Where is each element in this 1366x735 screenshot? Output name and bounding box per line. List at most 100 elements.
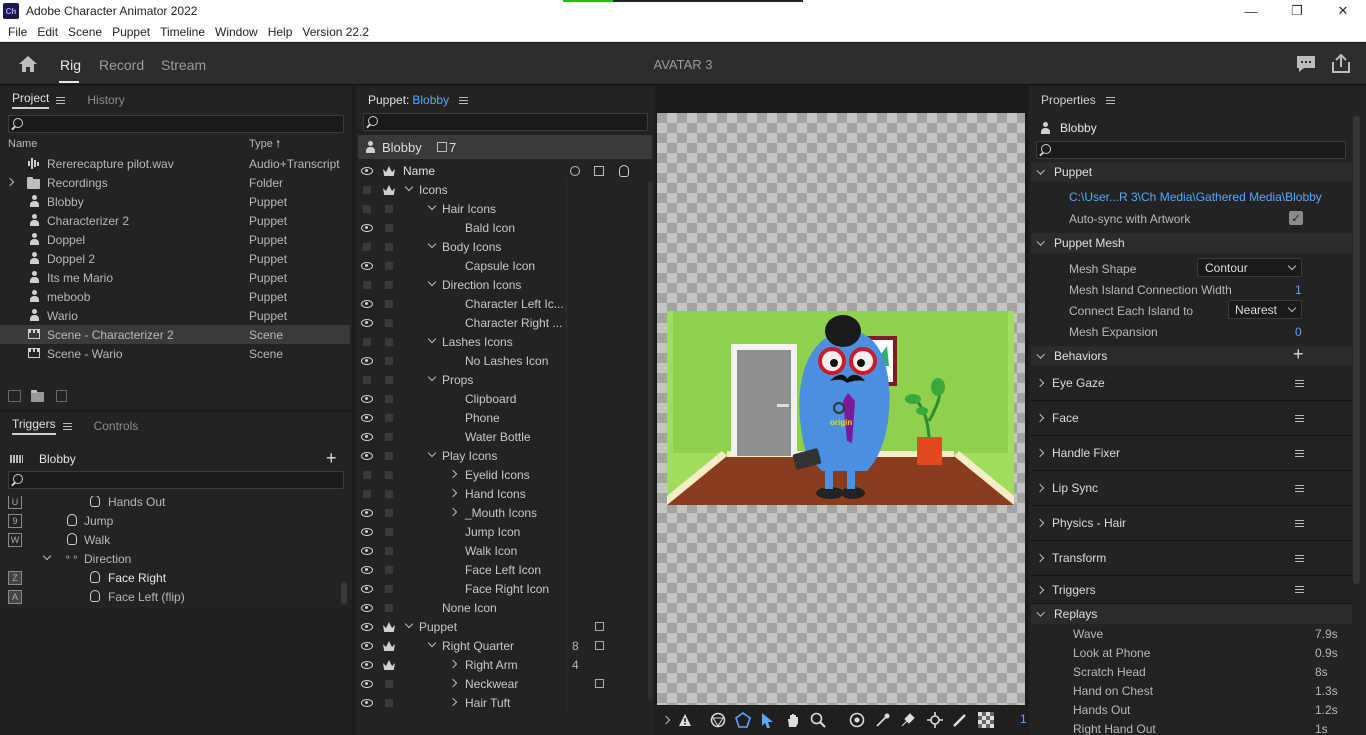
list-item[interactable]: Doppel Puppet — [0, 230, 352, 249]
properties-search-input[interactable] — [1036, 141, 1346, 159]
collapse-icon[interactable] — [427, 638, 437, 648]
puppet-menu-icon[interactable] — [459, 96, 469, 104]
crown-icon[interactable] — [383, 185, 395, 195]
puppet-layer-row[interactable]: Icons — [356, 180, 646, 199]
minimize-icon[interactable]: — — [1228, 0, 1274, 22]
independence-toggle[interactable] — [385, 281, 393, 289]
tag-column-icon[interactable] — [594, 166, 604, 176]
eye-icon[interactable] — [361, 509, 373, 517]
transform-icon[interactable] — [927, 712, 943, 728]
independence-toggle[interactable] — [385, 547, 393, 555]
section-puppet-mesh[interactable]: Puppet Mesh — [1031, 233, 1352, 253]
origin-icon[interactable] — [849, 712, 865, 728]
collapse-icon[interactable] — [42, 551, 52, 561]
expand-icon[interactable] — [448, 507, 458, 517]
replay-item[interactable]: Hands Out 1.2s — [1031, 700, 1352, 719]
collapse-icon[interactable] — [427, 334, 437, 344]
menu-scene[interactable]: Scene — [63, 25, 107, 39]
puppet-header[interactable]: Blobby 7 — [358, 135, 652, 159]
mesh-icon[interactable] — [710, 712, 726, 728]
crown-icon[interactable] — [383, 660, 395, 670]
visibility-toggle[interactable] — [363, 338, 371, 346]
restore-icon[interactable]: ❐ — [1274, 0, 1320, 22]
puppet-layer-row[interactable]: Face Left Icon — [356, 560, 646, 579]
eye-icon[interactable] — [361, 414, 373, 422]
new-page-icon[interactable] — [56, 390, 67, 402]
puppet-layer-row[interactable]: Direction Icons — [356, 275, 646, 294]
behavior-transform[interactable]: Transform — [1031, 541, 1352, 576]
handle-column-icon[interactable] — [619, 165, 629, 177]
visibility-toggle[interactable] — [363, 205, 371, 213]
puppet-artwork[interactable] — [667, 311, 1014, 505]
expand-icon[interactable] — [1035, 448, 1045, 458]
list-item[interactable]: Blobby Puppet — [0, 192, 352, 211]
expand-icon[interactable] — [448, 488, 458, 498]
puppet-layer-row[interactable]: Neckwear — [356, 674, 646, 693]
behavior-menu-icon[interactable] — [1295, 414, 1304, 422]
home-icon[interactable] — [18, 55, 38, 73]
list-item[interactable]: meboob Puppet — [0, 287, 352, 306]
tab-triggers[interactable]: Triggers — [12, 417, 56, 435]
puppet-layer-row[interactable]: _Mouth Icons — [356, 503, 646, 522]
puppet-layer-row[interactable]: Play Icons — [356, 446, 646, 465]
trigger-item[interactable]: 9 Jump — [0, 511, 340, 530]
independence-toggle[interactable] — [385, 490, 393, 498]
zoom-level[interactable]: 1 — [1020, 712, 1027, 726]
independence-toggle[interactable] — [385, 262, 393, 270]
expand-icon[interactable] — [5, 177, 15, 187]
independence-toggle[interactable] — [385, 699, 393, 707]
puppet-layer-row[interactable]: Hair Tuft — [356, 693, 646, 712]
puppet-layer-row[interactable]: Water Bottle — [356, 427, 646, 446]
project-search-input[interactable] — [8, 115, 344, 133]
independence-toggle[interactable] — [385, 357, 393, 365]
puppet-layer-row[interactable]: None Icon — [356, 598, 646, 617]
independent-column-icon[interactable] — [383, 166, 395, 176]
puppet-layer-row[interactable]: Character Left Ic... — [356, 294, 646, 313]
behavior-menu-icon[interactable] — [1295, 519, 1304, 527]
properties-scrollbar[interactable] — [1353, 116, 1360, 584]
column-type[interactable]: Type — [249, 138, 273, 150]
independence-toggle[interactable] — [385, 414, 393, 422]
collapse-icon[interactable] — [427, 372, 437, 382]
puppet-name-link[interactable]: Blobby — [412, 93, 449, 107]
expand-icon[interactable] — [1035, 518, 1045, 528]
eye-icon[interactable] — [361, 680, 373, 688]
list-item[interactable]: Rererecapture pilot.wav Audio+Transcript — [0, 154, 352, 173]
menu-file[interactable]: File — [3, 25, 32, 39]
visibility-toggle[interactable] — [363, 186, 371, 194]
collapse-icon[interactable] — [427, 277, 437, 287]
tab-rig[interactable]: Rig — [60, 57, 81, 73]
list-item[interactable]: Wario Puppet — [0, 306, 352, 325]
eye-icon[interactable] — [361, 566, 373, 574]
puppet-layer-row[interactable]: Character Right ... — [356, 313, 646, 332]
replay-item[interactable]: Right Hand Out 1s — [1031, 719, 1352, 735]
mesh-island-value[interactable]: 1 — [1295, 283, 1302, 297]
trigger-item[interactable]: A Face Left (flip) — [0, 587, 340, 606]
behavior-menu-icon[interactable] — [1295, 554, 1304, 562]
chat-icon[interactable] — [1295, 54, 1317, 74]
list-item[interactable]: Scene - Wario Scene — [0, 344, 352, 363]
eye-icon[interactable] — [361, 585, 373, 593]
pin-icon[interactable] — [875, 712, 891, 728]
puppet-layer-row[interactable]: Phone — [356, 408, 646, 427]
independence-toggle[interactable] — [385, 680, 393, 688]
triggers-scrollbar[interactable] — [341, 582, 347, 604]
puppet-layer-row[interactable]: Hand Icons — [356, 484, 646, 503]
behavior-lip-sync[interactable]: Lip Sync — [1031, 471, 1352, 506]
polygon-icon[interactable] — [735, 712, 751, 728]
independence-toggle[interactable] — [385, 300, 393, 308]
triggers-search-input[interactable] — [8, 471, 344, 489]
independence-toggle[interactable] — [385, 585, 393, 593]
new-folder-icon[interactable] — [31, 390, 44, 402]
list-item[interactable]: Recordings Folder — [0, 173, 352, 192]
menu-timeline[interactable]: Timeline — [155, 25, 210, 39]
collapse-icon[interactable] — [1036, 608, 1045, 617]
expand-icon[interactable] — [1035, 483, 1045, 493]
collapse-icon[interactable] — [1036, 237, 1045, 246]
independence-toggle[interactable] — [385, 395, 393, 403]
menu-window[interactable]: Window — [210, 25, 263, 39]
independence-toggle[interactable] — [385, 509, 393, 517]
behavior-menu-icon[interactable] — [1295, 379, 1304, 387]
behavior-face[interactable]: Face — [1031, 401, 1352, 436]
independence-toggle[interactable] — [385, 224, 393, 232]
